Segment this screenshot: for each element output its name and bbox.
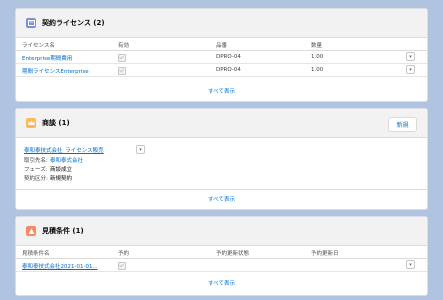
table-row: 期間ライセンスEnterprise DPRO-04 1.00 ▾: [16, 64, 427, 77]
account-name-label: 取引先名:: [24, 158, 48, 164]
col-license-name: ライセンス名: [22, 43, 55, 49]
crown-icon: [26, 118, 36, 128]
deals-view-all-link[interactable]: すべて表示: [16, 195, 427, 203]
quotes-card-header: 見積条件 (1): [16, 217, 427, 246]
new-deal-button[interactable]: 新規: [388, 117, 417, 132]
deals-card-header: 商談 (1) 新規: [16, 109, 427, 138]
col-active: 有効: [118, 43, 130, 49]
part-number: DPRO-04: [216, 54, 241, 60]
deal-actions-dropdown-icon[interactable]: ▾: [136, 145, 145, 154]
part-number: DPRO-04: [216, 67, 241, 73]
quote-name-link[interactable]: 泰和泰技式会社2021-01-01...: [22, 262, 98, 270]
quotes-table-header: 見積条件名 予約 予約更新状態 予約更新日: [16, 246, 427, 259]
licenses-card: 契約ライセンス (2) ライセンス名 有効 品番 数量 Enterprise期間…: [15, 8, 428, 102]
active-checkbox: [118, 54, 126, 62]
active-checkbox: [118, 67, 126, 75]
col-quote-name: 見積条件名: [22, 251, 50, 257]
quote-icon: [26, 226, 36, 236]
col-renewal-date: 予約更新日: [311, 251, 339, 257]
table-row: Enterprise期間費用 DPRO-04 1.00 ▾: [16, 51, 427, 64]
licenses-card-header: 契約ライセンス (2): [16, 9, 427, 38]
licenses-table-header: ライセンス名 有効 品番 数量: [16, 38, 427, 51]
deals-card: 商談 (1) 新規 泰和泰技式会社_ライセンス販売 ▾ 取引先名: 泰和泰式会社…: [15, 108, 428, 210]
license-name-link[interactable]: Enterprise期間費用: [22, 54, 72, 62]
col-quantity: 数量: [311, 43, 323, 49]
row-actions-dropdown-icon[interactable]: ▾: [406, 260, 415, 269]
contract-type-value: 新規契約: [50, 176, 73, 182]
row-actions-dropdown-icon[interactable]: ▾: [406, 52, 415, 61]
quotes-title[interactable]: 見積条件 (1): [42, 226, 84, 236]
divider: [16, 189, 427, 190]
row-actions-dropdown-icon[interactable]: ▾: [406, 65, 415, 74]
quantity: 1.00: [311, 67, 324, 73]
license-name-link[interactable]: 期間ライセンスEnterprise: [22, 67, 89, 75]
quantity: 1.00: [311, 54, 324, 60]
quotes-view-all-link[interactable]: すべて表示: [16, 279, 427, 287]
phase-value: 商談成立: [50, 167, 73, 173]
deal-record-link[interactable]: 泰和泰技式会社_ライセンス販売: [24, 146, 104, 154]
quotes-card: 見積条件 (1) 見積条件名 予約 予約更新状態 予約更新日 泰和泰技式会社20…: [15, 216, 428, 296]
account-name-link[interactable]: 泰和泰式会社: [50, 156, 83, 164]
deals-title[interactable]: 商談 (1): [42, 118, 70, 128]
licenses-view-all-link[interactable]: すべて表示: [16, 87, 427, 95]
reservation-checkbox: [118, 262, 126, 270]
licenses-title[interactable]: 契約ライセンス (2): [42, 18, 105, 28]
contract-type-label: 契約区分:: [24, 176, 48, 182]
phase-label: フェーズ:: [24, 167, 48, 173]
col-reservation: 予約: [118, 251, 130, 257]
license-icon: [26, 18, 36, 28]
col-part-number: 品番: [216, 43, 228, 49]
col-renewal-status: 予約更新状態: [216, 251, 250, 257]
table-row: 泰和泰技式会社2021-01-01... ▾: [16, 259, 427, 272]
